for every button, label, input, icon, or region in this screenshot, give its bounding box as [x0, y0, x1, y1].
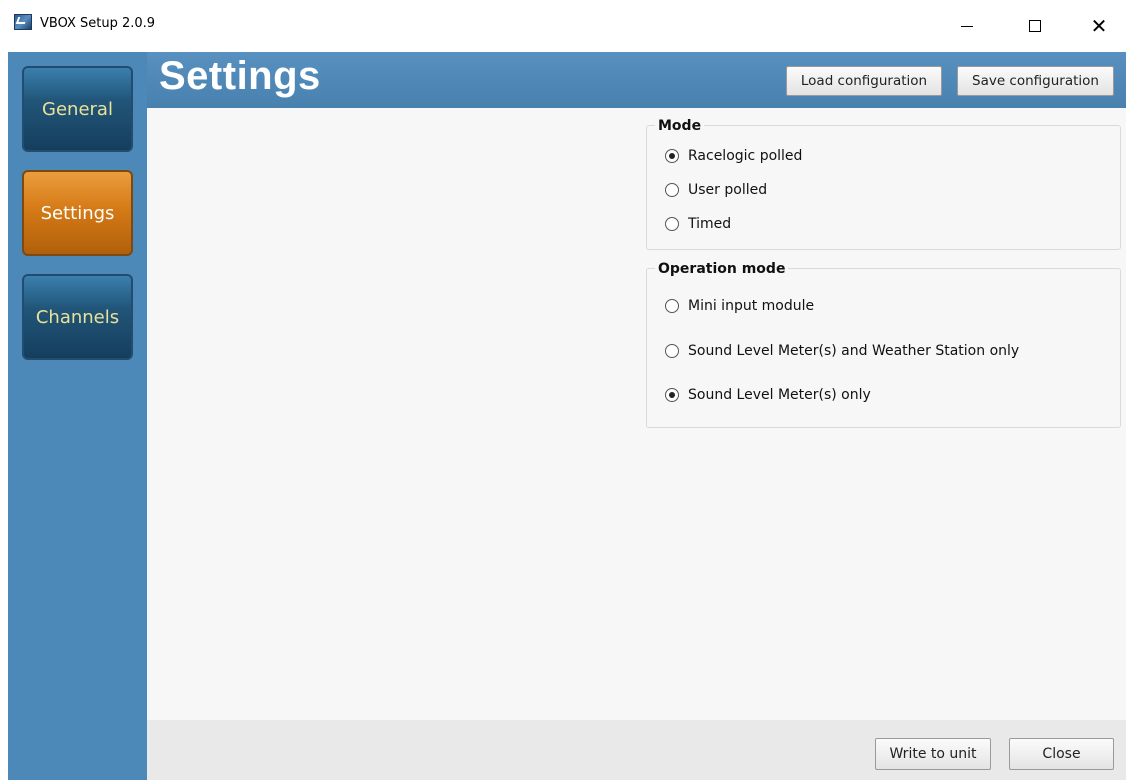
radio-unchecked-icon[interactable]	[665, 344, 679, 358]
settings-content: Mode Racelogic polled User polled Timed …	[147, 108, 1126, 720]
maximize-button[interactable]	[1012, 0, 1058, 52]
mode-group-title: Mode	[655, 118, 705, 134]
page-title: Settings	[159, 54, 321, 98]
radio-mini-input-module[interactable]: Mini input module	[665, 298, 814, 314]
minimize-icon	[961, 25, 973, 27]
radio-label: Mini input module	[688, 298, 815, 314]
title-bar: VBOX Setup 2.0.9 ✕	[0, 0, 1126, 52]
close-button[interactable]: Close	[1009, 738, 1114, 770]
radio-label: Sound Level Meter(s) and Weather Station…	[688, 343, 1020, 359]
nav-general-button[interactable]: General	[22, 66, 133, 152]
maximize-icon	[1029, 20, 1041, 32]
footer-bar: Write to unit Close	[147, 720, 1126, 780]
nav-channels-button[interactable]: Channels	[22, 274, 133, 360]
radio-label: Racelogic polled	[688, 148, 803, 164]
window-title: VBOX Setup 2.0.9	[40, 16, 156, 31]
radio-unchecked-icon[interactable]	[665, 217, 679, 231]
page-header: Settings Load configuration Save configu…	[147, 52, 1126, 108]
radio-slm-and-weather-station[interactable]: Sound Level Meter(s) and Weather Station…	[665, 343, 1019, 359]
radio-timed[interactable]: Timed	[665, 216, 731, 232]
save-configuration-button[interactable]: Save configuration	[957, 66, 1114, 96]
minimize-button[interactable]	[944, 0, 990, 52]
sidebar: General Settings Channels	[8, 52, 147, 780]
radio-checked-icon[interactable]	[665, 149, 679, 163]
load-configuration-button[interactable]: Load configuration	[786, 66, 942, 96]
nav-settings-button[interactable]: Settings	[22, 170, 133, 256]
mode-group: Mode Racelogic polled User polled Timed	[646, 118, 1121, 250]
app-logo-icon	[14, 14, 32, 30]
operation-mode-group: Operation mode Mini input module Sound L…	[646, 261, 1121, 428]
radio-racelogic-polled[interactable]: Racelogic polled	[665, 148, 802, 164]
close-window-button[interactable]: ✕	[1076, 0, 1122, 52]
radio-checked-icon[interactable]	[665, 388, 679, 402]
operation-mode-group-title: Operation mode	[655, 261, 789, 277]
write-to-unit-button[interactable]: Write to unit	[875, 738, 991, 770]
radio-label: User polled	[688, 182, 768, 198]
radio-label: Timed	[688, 216, 732, 232]
radio-user-polled[interactable]: User polled	[665, 182, 767, 198]
close-icon: ✕	[1090, 14, 1108, 38]
radio-slm-only[interactable]: Sound Level Meter(s) only	[665, 387, 871, 403]
radio-label: Sound Level Meter(s) only	[688, 387, 871, 403]
radio-unchecked-icon[interactable]	[665, 299, 679, 313]
radio-unchecked-icon[interactable]	[665, 183, 679, 197]
